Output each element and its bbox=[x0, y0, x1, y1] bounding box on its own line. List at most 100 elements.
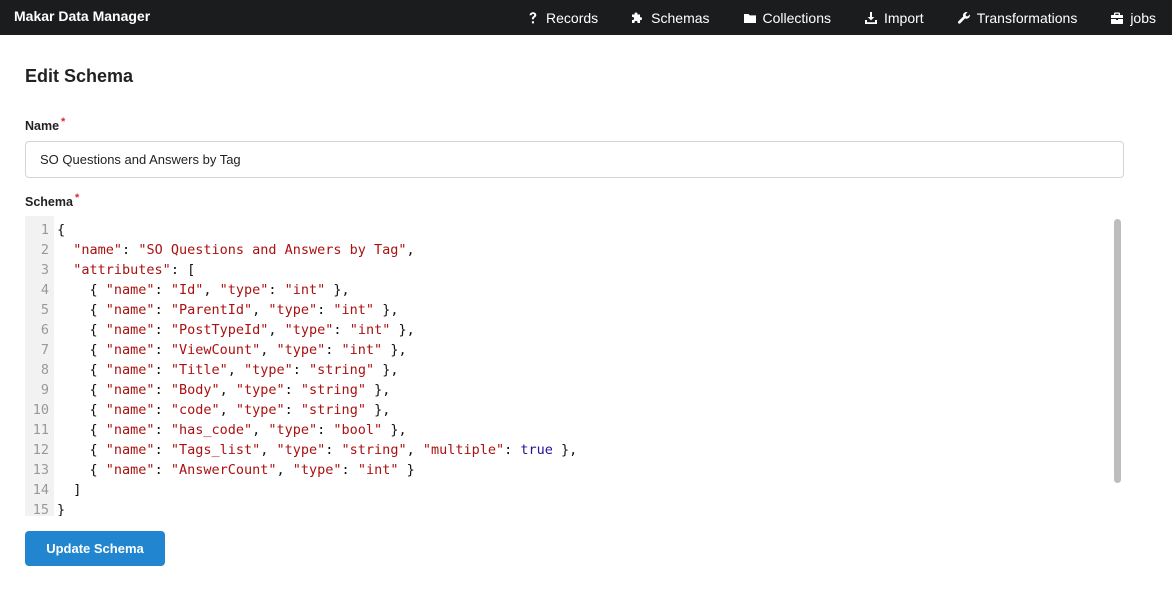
json-string-token: "Title" bbox=[170, 362, 228, 378]
code-punctuation: : bbox=[154, 462, 171, 478]
json-string-token: "string" bbox=[309, 362, 375, 378]
code-line[interactable]: 5 { "name": "ParentId", "type": "int" }, bbox=[25, 300, 1113, 320]
app-brand[interactable]: Makar Data Manager bbox=[14, 0, 150, 35]
wrench-icon bbox=[957, 11, 971, 25]
json-key-token: "name" bbox=[105, 322, 155, 338]
json-key-token: "type" bbox=[276, 342, 326, 358]
line-number: 10 bbox=[32, 402, 49, 418]
json-key-token: "name" bbox=[105, 422, 155, 438]
json-string-token: "int" bbox=[333, 302, 375, 318]
code-line[interactable]: 10 { "name": "code", "type": "string" }, bbox=[25, 400, 1113, 420]
json-key-token: "type" bbox=[235, 402, 285, 418]
code-punctuation: : bbox=[325, 442, 342, 458]
code-punctuation: : bbox=[122, 242, 139, 258]
code-punctuation: }, bbox=[382, 422, 407, 438]
code-punctuation: { bbox=[57, 442, 106, 458]
json-string-token: "code" bbox=[170, 402, 220, 418]
code-punctuation: : bbox=[268, 282, 285, 298]
code-text: { "name": "Title", "type": "string" }, bbox=[51, 360, 399, 380]
code-punctuation: : bbox=[292, 362, 310, 378]
json-string-token: "Tags_list" bbox=[170, 442, 261, 458]
top-navbar: Makar Data Manager Records Schemas Colle… bbox=[0, 0, 1172, 35]
schema-code-editor[interactable]: 1{2 "name": "SO Questions and Answers by… bbox=[25, 216, 1124, 516]
code-punctuation: : bbox=[154, 342, 171, 358]
page-title: Edit Schema bbox=[25, 66, 134, 86]
code-line[interactable]: 13 { "name": "AnswerCount", "type": "int… bbox=[25, 460, 1113, 480]
nav-item-label: Collections bbox=[762, 9, 831, 26]
code-punctuation: : bbox=[154, 282, 171, 298]
code-punctuation: : bbox=[154, 362, 171, 378]
name-input[interactable] bbox=[25, 141, 1124, 178]
code-line[interactable]: 8 { "name": "Title", "type": "string" }, bbox=[25, 360, 1113, 380]
json-key-token: "name" bbox=[73, 242, 123, 258]
required-marker: * bbox=[74, 192, 80, 204]
code-punctuation: , bbox=[260, 342, 277, 358]
code-line[interactable]: 12 { "name": "Tags_list", "type": "strin… bbox=[25, 440, 1113, 460]
json-key-token: "name" bbox=[105, 302, 155, 318]
editor-scrollbar-thumb[interactable] bbox=[1114, 219, 1121, 483]
code-punctuation: , bbox=[252, 422, 269, 438]
code-text: { "name": "AnswerCount", "type": "int" } bbox=[51, 460, 415, 480]
json-string-token: "Body" bbox=[170, 382, 220, 398]
code-punctuation: { bbox=[57, 322, 106, 338]
nav-item-import[interactable]: Import bbox=[864, 0, 924, 35]
code-line[interactable]: 7 { "name": "ViewCount", "type": "int" }… bbox=[25, 340, 1113, 360]
code-line[interactable]: 2 "name": "SO Questions and Answers by T… bbox=[25, 240, 1113, 260]
nav-item-transformations[interactable]: Transformations bbox=[957, 0, 1077, 35]
json-key-token: "type" bbox=[219, 282, 269, 298]
code-line[interactable]: 3 "attributes": [ bbox=[25, 260, 1113, 280]
code-text: { bbox=[51, 220, 65, 240]
line-number: 7 bbox=[40, 342, 49, 358]
json-key-token: "type" bbox=[244, 362, 293, 378]
nav-item-label: Schemas bbox=[651, 9, 710, 26]
update-schema-button[interactable]: Update Schema bbox=[25, 531, 165, 566]
code-punctuation: { bbox=[57, 282, 106, 298]
json-string-token: "PostTypeId" bbox=[170, 322, 269, 338]
code-line[interactable]: 1{ bbox=[25, 220, 1113, 240]
json-string-token: "bool" bbox=[333, 422, 383, 438]
code-text: "attributes": [ bbox=[51, 260, 195, 280]
code-line[interactable]: 6 { "name": "PostTypeId", "type": "int" … bbox=[25, 320, 1113, 340]
code-line[interactable]: 14 ] bbox=[25, 480, 1113, 500]
line-number: 5 bbox=[40, 302, 49, 318]
json-string-token: "Id" bbox=[170, 282, 204, 298]
code-line[interactable]: 11 { "name": "has_code", "type": "bool" … bbox=[25, 420, 1113, 440]
code-punctuation: } bbox=[398, 462, 415, 478]
code-text: { "name": "ParentId", "type": "int" }, bbox=[51, 300, 399, 320]
nav-item-jobs[interactable]: jobs bbox=[1110, 0, 1156, 35]
code-punctuation: { bbox=[57, 342, 106, 358]
code-line[interactable]: 4 { "name": "Id", "type": "int" }, bbox=[25, 280, 1113, 300]
json-string-token: "string" bbox=[341, 442, 407, 458]
code-punctuation: : bbox=[154, 322, 171, 338]
nav-item-collections[interactable]: Collections bbox=[743, 0, 831, 35]
line-number: 1 bbox=[40, 222, 49, 238]
code-punctuation: }, bbox=[374, 302, 399, 318]
nav-menu: Records Schemas Collections Import Trans… bbox=[526, 0, 1156, 35]
line-number: 14 bbox=[32, 482, 49, 498]
code-punctuation: { bbox=[57, 362, 106, 378]
json-key-token: "name" bbox=[105, 362, 155, 378]
nav-item-label: Records bbox=[546, 9, 599, 26]
nav-item-records[interactable]: Records bbox=[526, 0, 598, 35]
code-punctuation: : bbox=[504, 442, 521, 458]
line-number: 2 bbox=[40, 242, 49, 258]
code-punctuation: : bbox=[154, 442, 171, 458]
folder-icon bbox=[743, 11, 757, 25]
json-string-token: "ParentId" bbox=[170, 302, 253, 318]
code-line[interactable]: 9 { "name": "Body", "type": "string" }, bbox=[25, 380, 1113, 400]
line-number: 6 bbox=[40, 322, 49, 338]
code-punctuation: : bbox=[284, 382, 301, 398]
code-punctuation: { bbox=[57, 422, 106, 438]
code-punctuation: { bbox=[57, 302, 106, 318]
required-marker: * bbox=[61, 116, 66, 128]
code-text: "name": "SO Questions and Answers by Tag… bbox=[51, 240, 414, 260]
nav-item-label: Import bbox=[884, 9, 924, 26]
code-punctuation: }, bbox=[365, 402, 391, 418]
line-number: 15 bbox=[32, 502, 49, 516]
json-key-token: "type" bbox=[276, 442, 326, 458]
nav-item-schemas[interactable]: Schemas bbox=[631, 0, 710, 35]
code-line[interactable]: 15} bbox=[25, 500, 1113, 516]
json-key-token: "type" bbox=[284, 322, 334, 338]
json-key-token: "type" bbox=[268, 422, 318, 438]
code-punctuation: , bbox=[268, 322, 285, 338]
